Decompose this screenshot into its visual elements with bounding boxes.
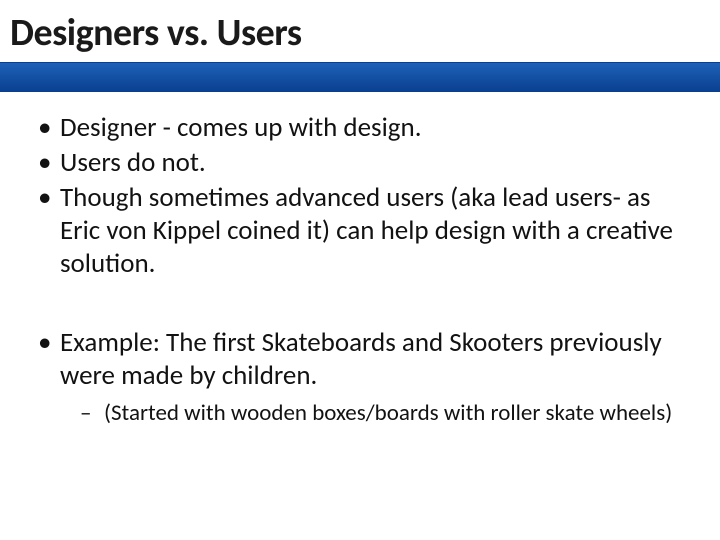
bullet-text: Example: The first Skateboards and Skoot…: [60, 326, 662, 392]
sub-bullet-text: (Started with wooden boxes/boards with r…: [104, 399, 672, 427]
bullet-list: Designer - comes up with design. Users d…: [34, 112, 690, 281]
bullet-item: Designer - comes up with design.: [34, 112, 690, 145]
slide-body: Designer - comes up with design. Users d…: [34, 112, 690, 429]
sub-bullet-item: (Started with wooden boxes/boards with r…: [74, 399, 690, 427]
bullet-item: Example: The first Skateboards and Skoot…: [34, 327, 690, 427]
spacer: [34, 283, 690, 327]
bullet-item: Though sometimes advanced users (aka lea…: [34, 182, 690, 281]
slide-title: Designers vs. Users: [10, 10, 301, 56]
slide: Designers vs. Users Designer - comes up …: [0, 0, 720, 540]
bullet-item: Users do not.: [34, 147, 690, 180]
title-band: Designers vs. Users: [0, 0, 720, 92]
bullet-text: Designer - comes up with design.: [60, 111, 422, 144]
bullet-text: Though sometimes advanced users (aka lea…: [60, 181, 673, 280]
sub-bullet-list: (Started with wooden boxes/boards with r…: [60, 399, 690, 427]
bullet-text: Users do not.: [60, 146, 206, 179]
title-band-blue: [0, 62, 720, 92]
bullet-list: Example: The first Skateboards and Skoot…: [34, 327, 690, 427]
